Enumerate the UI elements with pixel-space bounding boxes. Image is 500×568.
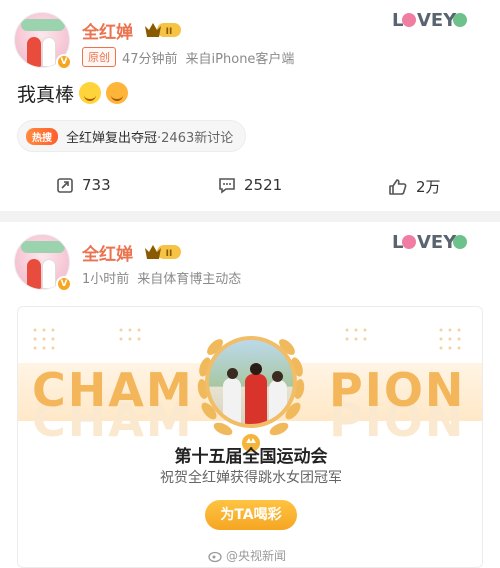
svg-text:L: L [392, 232, 403, 253]
comment-icon [219, 178, 235, 194]
post-time: 47分钟前 [122, 52, 178, 67]
post-source: 来自体育博主动态 [137, 272, 242, 287]
card-title: 第十五届全国运动会 [174, 447, 328, 467]
topic-name: 全红婵复出夺冠 [66, 130, 158, 146]
cheer-button[interactable]: 为TA喝彩 [205, 500, 297, 530]
like-count: 2万 [416, 178, 441, 196]
smirk-emoji-icon [79, 82, 102, 104]
member-crown-icon: II [145, 245, 181, 259]
verified-badge-icon: V [56, 54, 72, 70]
post-source: 来自iPhone客户端 [185, 52, 295, 67]
post-meta: 47分钟前 来自iPhone客户端 [122, 48, 294, 67]
svg-text:II: II [166, 249, 173, 259]
champion-card[interactable]: CHAM PION CHAM PION 第十五届全国运动会 祝贺全红婵获得跳水女… [17, 306, 483, 568]
dot-pattern-decoration [119, 328, 141, 341]
post-time: 1小时前 [82, 272, 130, 287]
loveyou-logo-icon: L VEY [392, 232, 467, 253]
comment-count: 2521 [244, 176, 283, 194]
trending-topic-chip[interactable]: 热搜 全红婵复出夺冠 ·2463新讨论 [17, 120, 247, 152]
dot-pattern-decoration [33, 328, 55, 350]
loveyou-logo-icon: L VEY [392, 10, 467, 31]
banner-text-right: PION [329, 363, 466, 417]
champion-photo [205, 336, 297, 428]
repost-icon [57, 178, 73, 193]
post-text-content: 我真棒 [17, 84, 75, 106]
svg-text:L: L [392, 10, 403, 31]
username[interactable]: 全红婵 [82, 240, 133, 265]
weibo-logo-icon [208, 551, 222, 562]
watermark-text: @央视新闻 [226, 549, 287, 563]
original-tag: 原创 [82, 47, 116, 67]
grin-emoji-icon [106, 82, 129, 104]
svg-text:II: II [166, 27, 173, 37]
member-crown-icon: II [145, 23, 181, 37]
post-text: 我真棒 [17, 80, 129, 107]
dot-pattern-decoration [439, 328, 461, 350]
verified-badge-icon: V [56, 276, 72, 292]
repost-count: 733 [82, 176, 111, 194]
svg-text:VEY: VEY [417, 232, 457, 253]
weibo-post-1: V 全红婵 II 原创 47分钟前 来自iPhone客户端 L VEY 我真棒 热… [0, 0, 500, 211]
cctv-news-watermark: @央视新闻 [208, 547, 286, 564]
comment-button[interactable]: 2521 [218, 176, 282, 194]
post-meta: 1小时前 来自体育博主动态 [82, 268, 241, 287]
username[interactable]: 全红婵 [82, 18, 133, 43]
dot-pattern-decoration [345, 328, 367, 341]
repost-button[interactable]: 733 [56, 176, 111, 194]
weibo-post-2: V 全红婵 II 1小时前 来自体育博主动态 L VEY CHAM PION CH… [0, 222, 500, 568]
svg-text:VEY: VEY [417, 10, 457, 31]
banner-text-left: CHAM [32, 363, 194, 417]
thumbs-up-icon [389, 178, 407, 195]
like-button[interactable]: 2万 [388, 176, 441, 197]
topic-discussion-count: ·2463新讨论 [157, 130, 234, 146]
hot-search-badge: 热搜 [26, 127, 58, 145]
card-subtitle: 祝贺全红婵获得跳水女团冠军 [160, 470, 342, 486]
